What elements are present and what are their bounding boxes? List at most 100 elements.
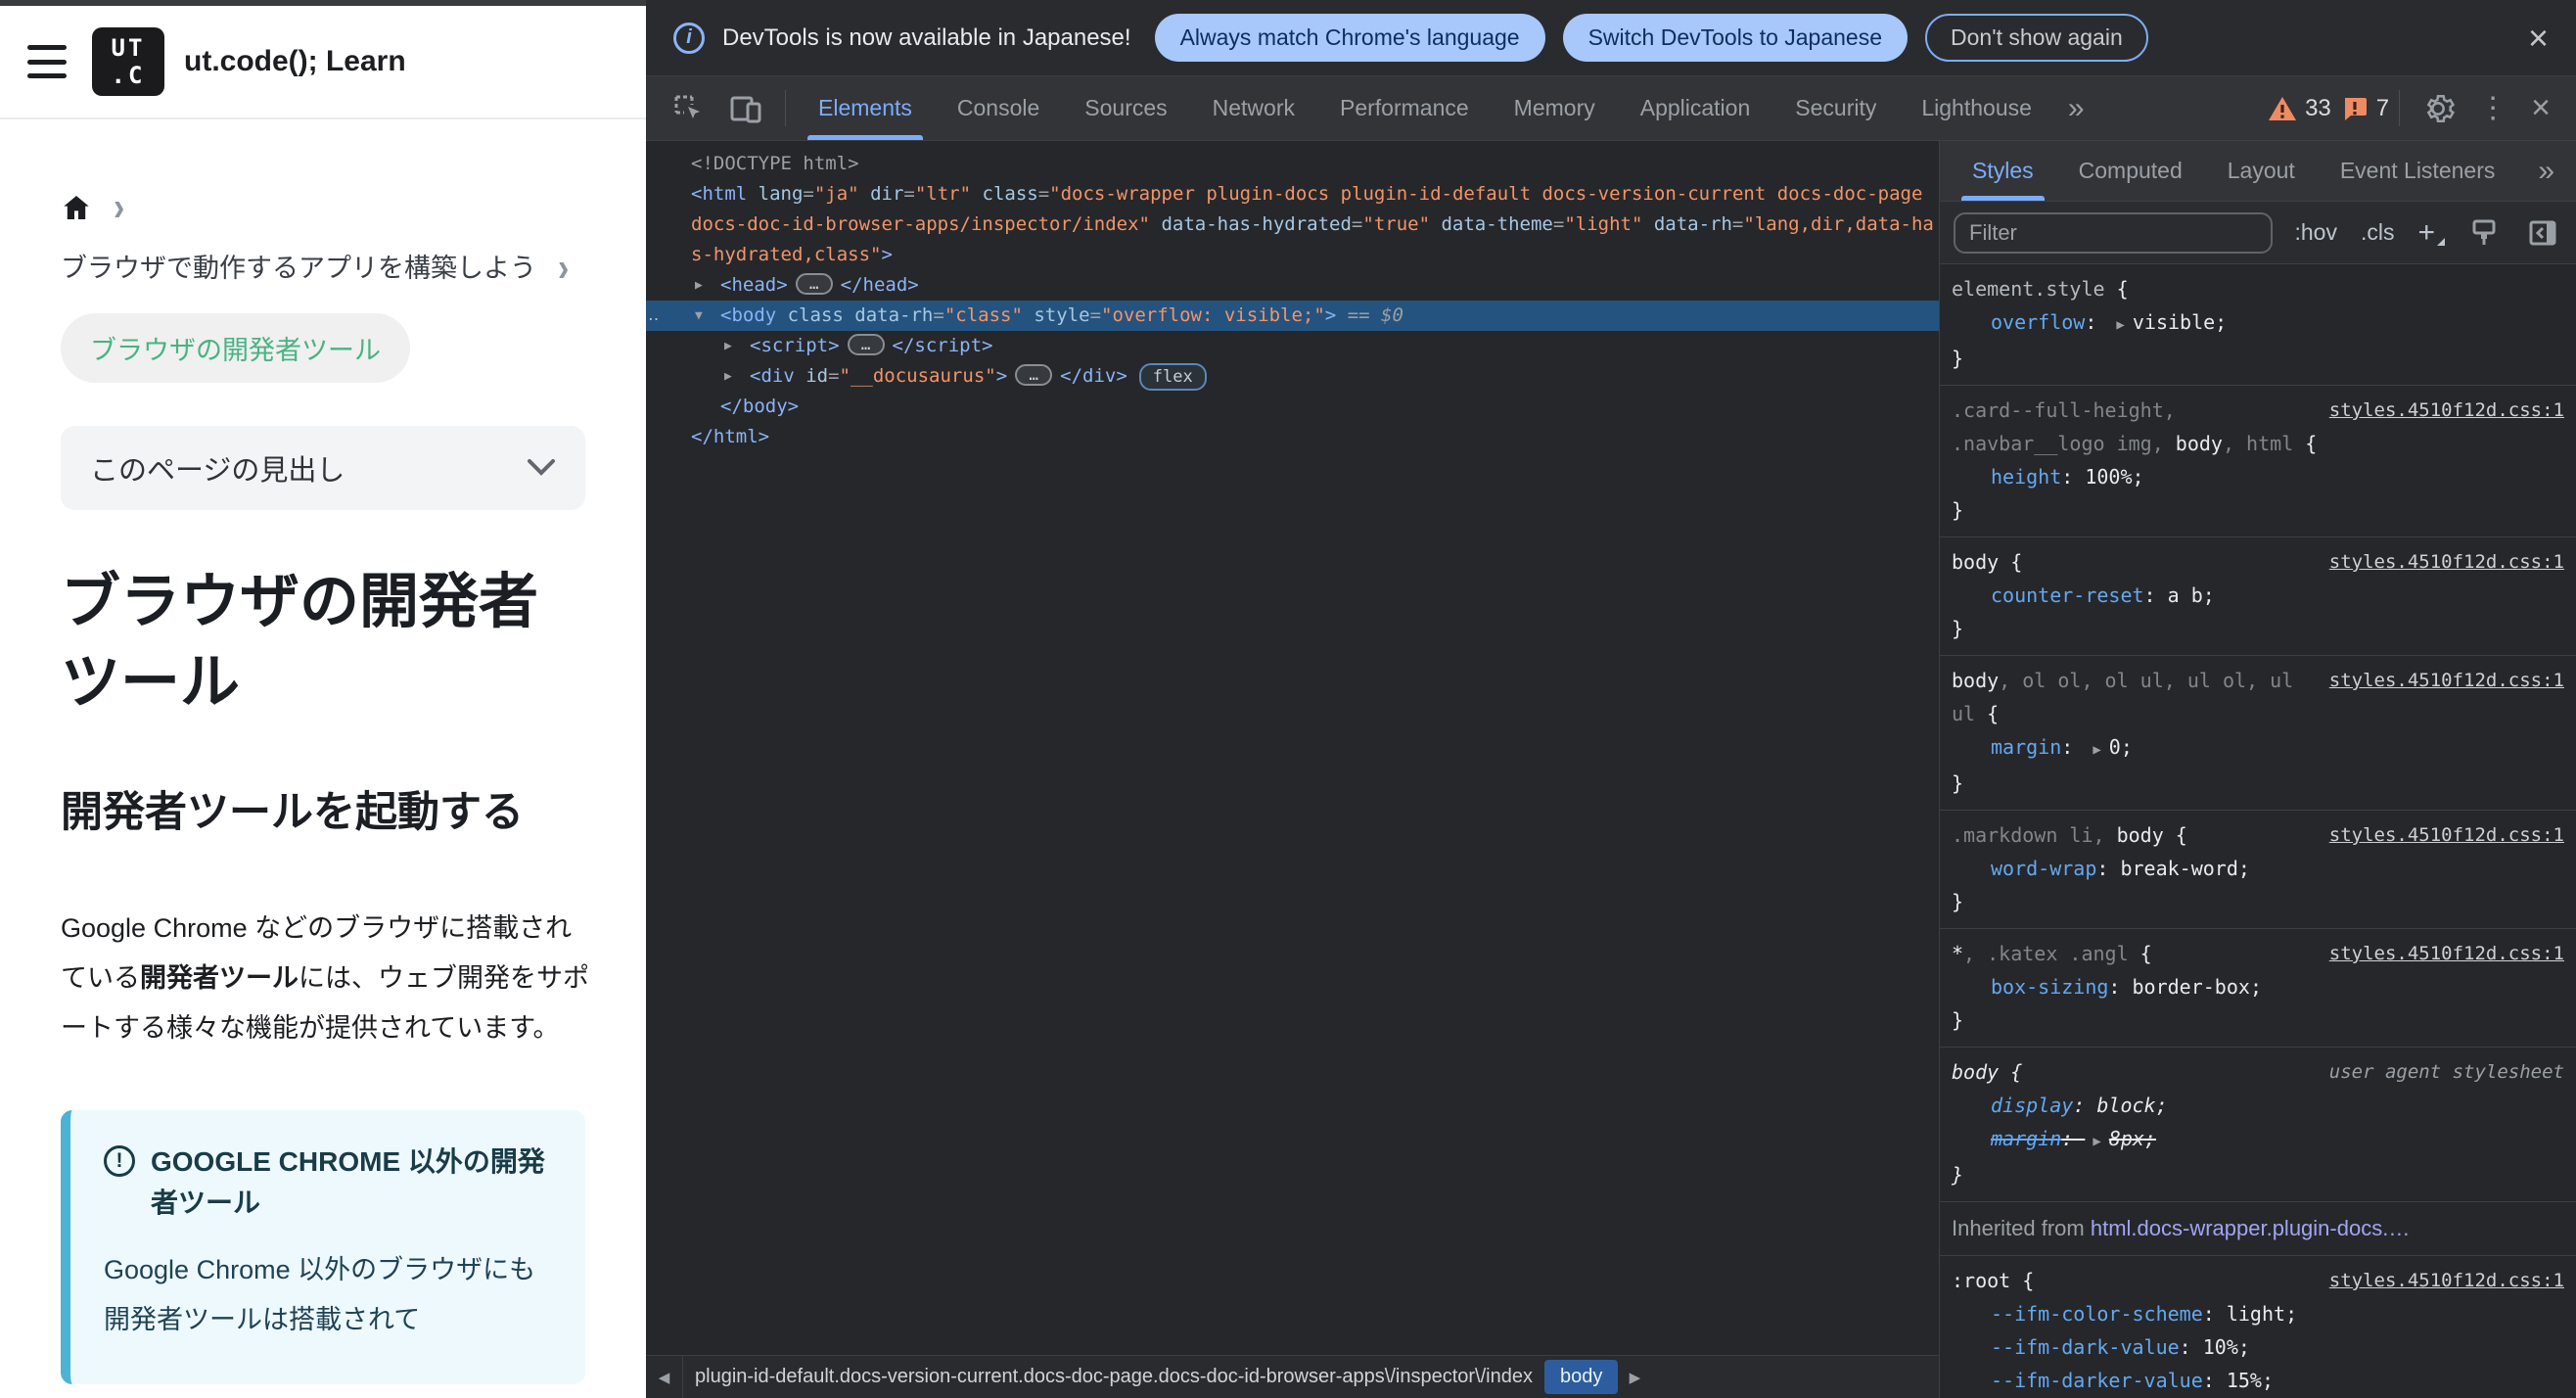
match-chrome-language-button[interactable]: Always match Chrome's language <box>1154 14 1545 62</box>
tab-network[interactable]: Network <box>1190 76 1317 140</box>
dom-token: = <box>1037 183 1050 205</box>
dom-node[interactable]: <!DOCTYPE html> <box>646 149 1939 179</box>
rendering-emulation-icon[interactable] <box>2464 217 2504 249</box>
drag-dots-icon: ‥ <box>648 305 661 325</box>
styles-filter-input[interactable] <box>1954 211 2274 254</box>
css-property[interactable]: counter-reset: a b; <box>1952 579 2564 612</box>
expand-shorthand-icon[interactable]: ▶ <box>2085 1134 2108 1149</box>
open-brace: { <box>1999 1060 2023 1084</box>
tab-performance[interactable]: Performance <box>1317 76 1492 140</box>
toc-collapse-toggle[interactable]: このページの見出し <box>61 426 585 510</box>
css-property[interactable]: word-wrap: break-word; <box>1952 852 2564 885</box>
devtools-close-icon[interactable]: × <box>2519 76 2562 140</box>
collapse-arrow-icon[interactable]: ▼ <box>695 301 703 331</box>
crumb-body-chip[interactable]: body <box>1543 1360 1619 1394</box>
css-property[interactable]: display: block; <box>1952 1089 2564 1122</box>
property-name: box-sizing <box>1991 975 2109 999</box>
stylesheet-link[interactable]: styles.4510f12d.css:1 <box>2329 545 2564 579</box>
tab-console[interactable]: Console <box>935 76 1062 140</box>
css-property[interactable]: --ifm-dark-value: 10%; <box>1952 1330 2564 1364</box>
css-property[interactable]: overflow: ▶ visible; <box>1952 305 2564 342</box>
kebab-menu-icon[interactable]: ⋮ <box>2466 76 2519 140</box>
dom-node[interactable]: ▶ <head> … </head> <box>646 270 1939 301</box>
stylesheet-link[interactable]: styles.4510f12d.css:1 <box>2329 818 2564 852</box>
css-property[interactable]: margin: ▶ 8px; <box>1952 1122 2564 1158</box>
css-property[interactable]: height: 100%; <box>1952 460 2564 493</box>
stylesheet-link[interactable]: styles.4510f12d.css:1 <box>2329 937 2564 970</box>
expand-arrow-icon[interactable]: ▶ <box>724 331 732 361</box>
expand-arrow-icon[interactable]: ▶ <box>695 270 703 301</box>
switch-devtools-japanese-button[interactable]: Switch DevTools to Japanese <box>1562 14 1909 62</box>
hamburger-menu-icon[interactable] <box>27 45 67 78</box>
expand-ellipsis-icon[interactable]: … <box>1015 364 1053 386</box>
rule-selector-line[interactable]: styles.4510f12d.css:1:root { <box>1952 1264 2564 1297</box>
home-icon[interactable] <box>61 192 92 223</box>
tab-layout[interactable]: Layout <box>2205 141 2318 201</box>
tab-lighthouse[interactable]: Lighthouse <box>1899 76 2054 140</box>
breadcrumb-section-link[interactable]: ブラウザで動作するアプリを構築しよう <box>61 249 536 288</box>
tab-sources[interactable]: Sources <box>1062 76 1189 140</box>
expand-ellipsis-icon[interactable]: … <box>847 334 885 355</box>
dom-node[interactable]: <html lang="ja" dir="ltr" class="docs-wr… <box>646 179 1939 270</box>
sidebar-toggle-icon[interactable] <box>2523 217 2562 249</box>
style-rule: styles.4510f12d.css:1 .card--full-height,… <box>1940 386 2576 537</box>
css-property[interactable]: --ifm-darker-value: 15%; <box>1952 1364 2564 1397</box>
dont-show-again-button[interactable]: Don't show again <box>1925 14 2148 62</box>
expand-shorthand-icon[interactable]: ▶ <box>2108 317 2132 333</box>
toggle-pseudo-classes-button[interactable]: :hov <box>2292 219 2338 246</box>
tab-elements[interactable]: Elements <box>796 76 935 140</box>
crumb-path[interactable]: plugin-id-default.docs-version-current.d… <box>683 1366 1544 1388</box>
tab-application[interactable]: Application <box>1618 76 1773 140</box>
tab-memory[interactable]: Memory <box>1492 76 1618 140</box>
style-rules-list: element.style {overflow: ▶ visible;} style… <box>1940 264 2576 1398</box>
device-toolbar-icon[interactable] <box>716 76 775 140</box>
expand-shorthand-icon[interactable]: ▶ <box>2085 742 2108 758</box>
settings-gear-icon[interactable] <box>2410 76 2466 140</box>
chevron-down-icon <box>528 459 555 476</box>
flex-adorner-badge[interactable]: flex <box>1138 363 1207 391</box>
expand-ellipsis-icon[interactable]: … <box>795 273 833 295</box>
crumb-scroll-left-icon[interactable]: ◀ <box>646 1356 683 1398</box>
expand-arrow-icon[interactable]: ▶ <box>724 361 732 392</box>
more-tabs-icon[interactable]: » <box>2054 76 2096 140</box>
dom-node[interactable]: ▶ <div id="__docusaurus"> … </div> flex <box>646 361 1939 392</box>
tab-event-listeners[interactable]: Event Listeners <box>2318 141 2518 201</box>
rule-selector-line[interactable]: styles.4510f12d.css:1 body { <box>1952 545 2564 579</box>
warnings-counter[interactable]: 33 <box>2268 95 2331 122</box>
inherited-node-link[interactable]: html.docs-wrapper.plugin-docs.… <box>2091 1216 2410 1240</box>
more-sidebar-tabs-icon[interactable]: » <box>2524 141 2566 201</box>
inspect-element-icon[interactable] <box>660 76 716 140</box>
site-title[interactable]: ut.code(); Learn <box>184 45 406 78</box>
errors-counter[interactable]: 7 <box>2341 95 2389 122</box>
site-logo[interactable]: UT .C <box>92 27 164 96</box>
rule-selector-line[interactable]: element.style { <box>1952 272 2564 305</box>
crumb-scroll-right-icon[interactable]: ▶ <box>1618 1356 1651 1398</box>
new-style-rule-button[interactable]: + <box>2415 216 2445 250</box>
css-property[interactable]: box-sizing: border-box; <box>1952 970 2564 1003</box>
dom-node[interactable]: ▶ <script> … </script> <box>646 331 1939 361</box>
rule-selector-line[interactable]: user agent stylesheet body { <box>1952 1055 2564 1089</box>
rule-selector-line[interactable]: styles.4510f12d.css:1 *, .katex .angl { <box>1952 937 2564 970</box>
dom-node[interactable]: </body> <box>646 392 1939 422</box>
css-property[interactable]: margin: ▶ 0; <box>1952 730 2564 767</box>
css-property[interactable]: --ifm-color-scheme: light; <box>1952 1297 2564 1330</box>
open-brace: { <box>2010 1269 2035 1292</box>
error-bubble-icon <box>2344 97 2367 120</box>
rule-selector-line[interactable]: styles.4510f12d.css:1 .markdown li, body … <box>1952 818 2564 852</box>
dom-node-selected[interactable]: ‥ ▼ <body class data-rh="class" style="ove… <box>646 301 1939 331</box>
notification-close-icon[interactable]: × <box>2528 20 2549 56</box>
sidebar-tabs: Styles Computed Layout Event Listeners <box>1950 141 2517 201</box>
tab-computed[interactable]: Computed <box>2056 141 2205 201</box>
breadcrumb: › ブラウザで動作するアプリを構築しよう › ブラウザの開発者ツール <box>61 188 589 383</box>
stylesheet-link[interactable]: styles.4510f12d.css:1 <box>2329 664 2564 697</box>
rule-selector-line[interactable]: styles.4510f12d.css:1 body, ol ol, ol ul,… <box>1952 664 2564 730</box>
selector-text: element.style <box>1952 277 2105 301</box>
stylesheet-link[interactable]: styles.4510f12d.css:1 <box>2329 394 2564 427</box>
stylesheet-link[interactable]: styles.4510f12d.css:1 <box>2329 1264 2564 1297</box>
tab-styles[interactable]: Styles <box>1950 141 2056 201</box>
rule-selector-line[interactable]: styles.4510f12d.css:1 .card--full-height,… <box>1952 394 2564 460</box>
dom-node[interactable]: </html> <box>646 422 1939 452</box>
doc-content: › ブラウザで動作するアプリを構築しよう › ブラウザの開発者ツール このページ… <box>0 188 646 1384</box>
tab-security[interactable]: Security <box>1772 76 1899 140</box>
toggle-element-classes-button[interactable]: .cls <box>2359 219 2397 246</box>
